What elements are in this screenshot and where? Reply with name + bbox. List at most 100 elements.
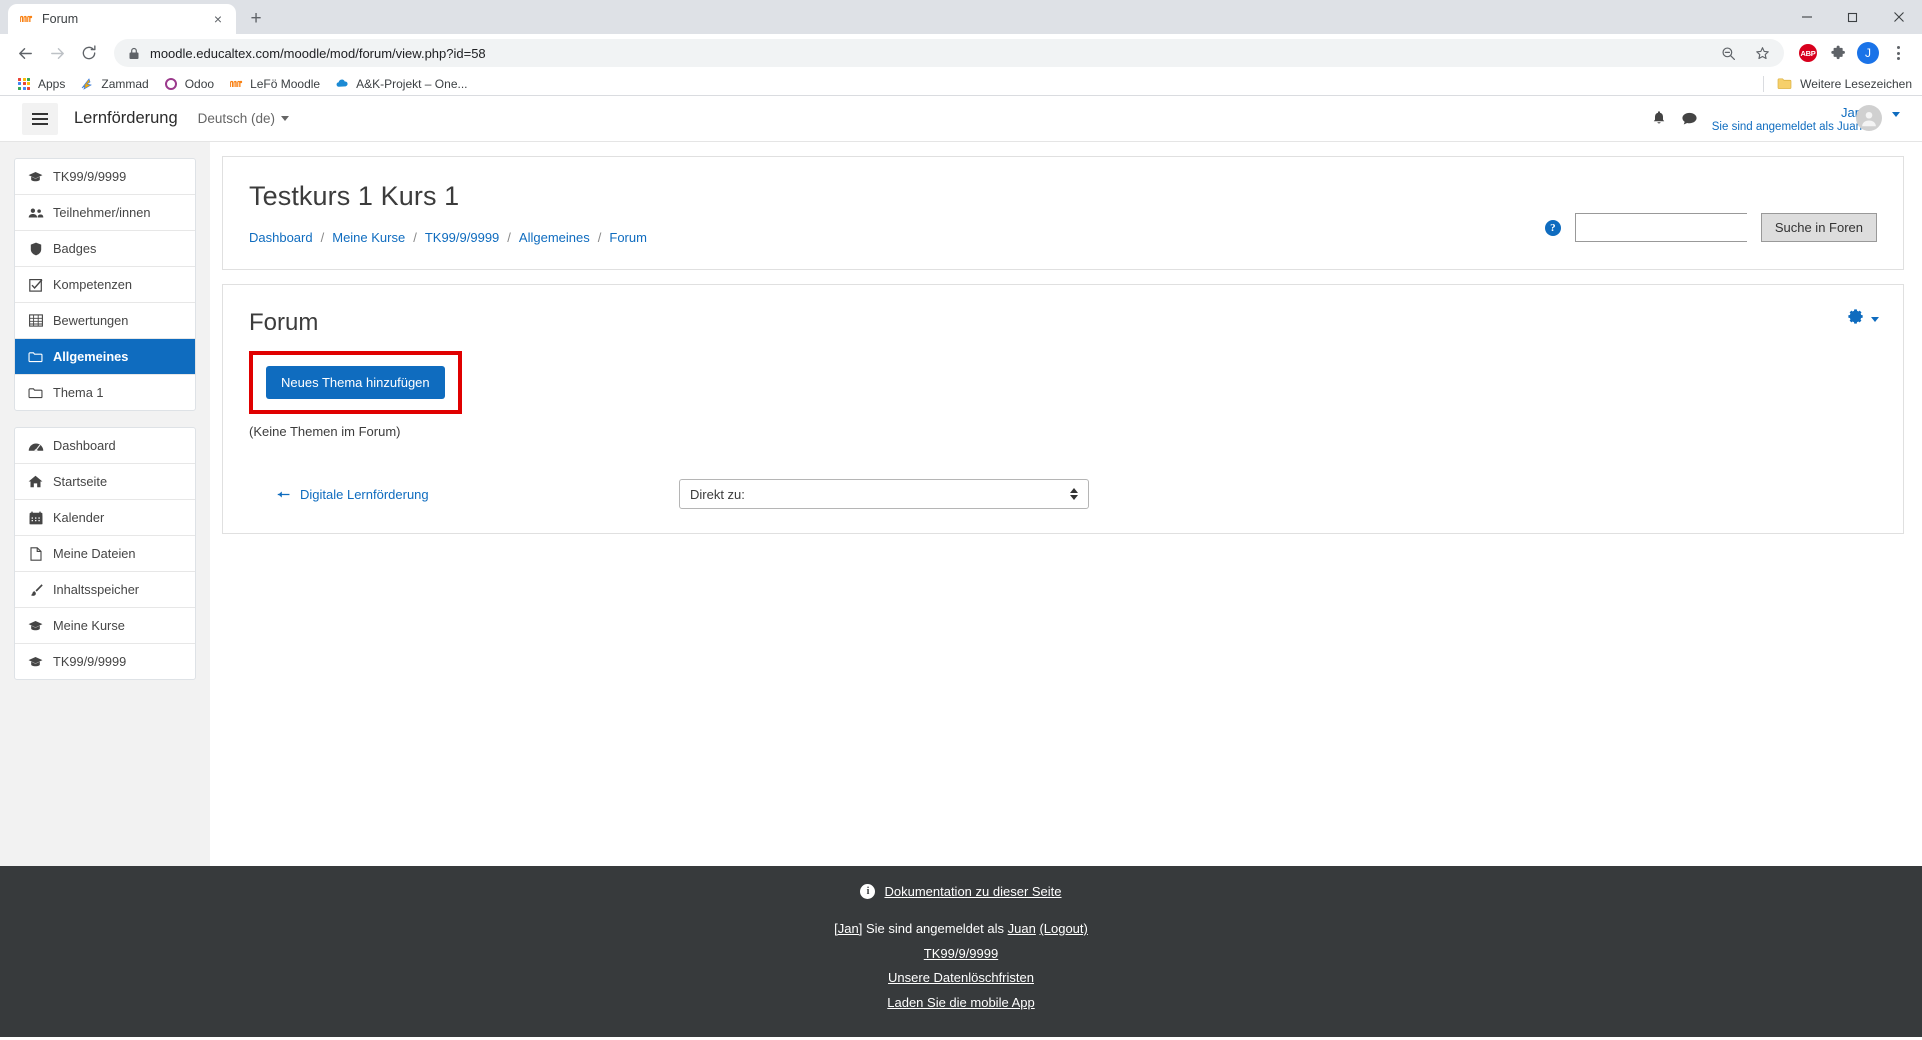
- url-text: moodle.educaltex.com/moodle/mod/forum/vi…: [150, 45, 486, 61]
- footer-logout-link[interactable]: (Logout): [1039, 921, 1087, 936]
- sidebar-item-kompetenzen[interactable]: Kompetenzen: [15, 267, 195, 303]
- new-tab-button[interactable]: +: [242, 4, 270, 32]
- message-bubble-icon[interactable]: [1681, 111, 1698, 127]
- annotation-highlight-box: Neues Thema hinzufügen: [249, 351, 462, 414]
- footer-real-user-link[interactable]: [Jan]: [834, 921, 862, 936]
- header-right: Jan Sie sind angemeldet als Juan: [1651, 104, 1900, 133]
- bookmark-zammad[interactable]: Zammad: [75, 74, 156, 94]
- brush-icon: [27, 583, 44, 597]
- page-footer: i Dokumentation zu dieser Seite [Jan] Si…: [0, 866, 1922, 1037]
- footer-mobile-app-link[interactable]: Laden Sie die mobile App: [887, 995, 1034, 1010]
- previous-activity-link[interactable]: Digitale Lernförderung: [249, 487, 679, 502]
- sidebar-item-startseite[interactable]: Startseite: [15, 464, 195, 500]
- back-arrow-icon[interactable]: [10, 38, 40, 68]
- browser-tab[interactable]: Forum ×: [8, 4, 236, 34]
- hamburger-icon[interactable]: [22, 102, 58, 135]
- sidebar-item-meine-dateien[interactable]: Meine Dateien: [15, 536, 195, 572]
- sidebar-item-label: Kompetenzen: [53, 277, 132, 292]
- checkbox-icon: [27, 278, 44, 292]
- breadcrumb-item-dashboard[interactable]: Dashboard: [249, 230, 313, 245]
- sidebar-item-label: Teilnehmer/innen: [53, 205, 151, 220]
- sidebar-item-thema-1[interactable]: Thema 1: [15, 375, 195, 410]
- help-circle-icon[interactable]: ?: [1544, 219, 1561, 236]
- sidebar-item-dashboard[interactable]: Dashboard: [15, 428, 195, 464]
- minimize-icon[interactable]: [1784, 0, 1830, 34]
- users-icon: [27, 207, 44, 219]
- sidebar-group-course: TK99/9/9999 Teilnehmer/innen Badges Komp…: [14, 158, 196, 411]
- sidebar-item-tk99-global[interactable]: TK99/9/9999: [15, 644, 195, 679]
- sidebar-item-kalender[interactable]: Kalender: [15, 500, 195, 536]
- arrow-left-icon: [277, 487, 292, 502]
- folder-icon: [27, 351, 44, 363]
- breadcrumb-separator: /: [320, 230, 325, 245]
- sidebar-item-meine-kurse[interactable]: Meine Kurse: [15, 608, 195, 644]
- reload-icon[interactable]: [74, 38, 104, 68]
- add-new-topic-button[interactable]: Neues Thema hinzufügen: [266, 366, 445, 399]
- jump-to-label: Direkt zu:: [690, 486, 745, 502]
- bell-icon[interactable]: [1651, 110, 1667, 127]
- user-menu[interactable]: Jan Sie sind angemeldet als Juan: [1711, 104, 1900, 133]
- onedrive-cloud-icon: [334, 76, 350, 92]
- search-forums-button[interactable]: Suche in Foren: [1760, 213, 1877, 242]
- file-icon: [27, 546, 44, 561]
- footer-link-row: Laden Sie die mobile App: [0, 993, 1922, 1013]
- footer-login-line: [Jan] Sie sind angemeldet als Juan (Logo…: [0, 919, 1922, 939]
- breadcrumb-item-forum[interactable]: Forum: [609, 230, 647, 245]
- sidebar-item-tk99[interactable]: TK99/9/9999: [15, 159, 195, 195]
- footer-course-link[interactable]: TK99/9/9999: [924, 946, 998, 961]
- site-name: Lernförderung: [74, 109, 178, 127]
- sidebar-item-teilnehmer[interactable]: Teilnehmer/innen: [15, 195, 195, 231]
- avatar: [1856, 104, 1882, 131]
- forum-card: Forum Neues Thema hinzufügen (Keine Them…: [222, 284, 1904, 534]
- bookmark-label: Odoo: [184, 76, 215, 91]
- adblock-plus-icon[interactable]: ABP: [1794, 39, 1822, 67]
- lock-icon: [128, 47, 140, 60]
- moodle-icon: [18, 11, 34, 27]
- extensions-puzzle-icon[interactable]: [1824, 39, 1852, 67]
- sidebar-item-label: Badges: [53, 241, 97, 256]
- main-content: Testkurs 1 Kurs 1 Dashboard / Meine Kurs…: [210, 142, 1922, 866]
- sidebar-item-bewertungen[interactable]: Bewertungen: [15, 303, 195, 339]
- footer-user-link[interactable]: Juan: [1008, 921, 1036, 936]
- other-bookmarks[interactable]: Weitere Lesezeichen: [1763, 75, 1912, 92]
- chevron-down-icon: [280, 116, 289, 121]
- jump-to-select[interactable]: Direkt zu:: [679, 479, 1089, 509]
- footer-data-retention-link[interactable]: Unsere Datenlöschfristen: [888, 970, 1034, 985]
- address-bar[interactable]: moodle.educaltex.com/moodle/mod/forum/vi…: [114, 39, 1784, 67]
- forum-settings-menu[interactable]: [1846, 307, 1879, 331]
- language-selector[interactable]: Deutsch (de): [198, 111, 289, 126]
- breadcrumb-item-tk99[interactable]: TK99/9/9999: [425, 230, 499, 245]
- bookmark-apps[interactable]: Apps: [12, 74, 73, 94]
- documentation-link[interactable]: Dokumentation zu dieser Seite: [884, 884, 1061, 899]
- sidebar-item-label: Meine Dateien: [53, 546, 136, 561]
- profile-initial: J: [1857, 42, 1879, 64]
- breadcrumb-item-allgemeines[interactable]: Allgemeines: [519, 230, 590, 245]
- table-icon: [27, 314, 44, 327]
- profile-avatar[interactable]: J: [1854, 39, 1882, 67]
- bookmark-lefoe-moodle[interactable]: LeFö Moodle: [224, 74, 328, 94]
- search-input[interactable]: [1574, 213, 1747, 242]
- sidebar-item-allgemeines[interactable]: Allgemeines: [15, 339, 195, 375]
- moodle-icon: [228, 76, 244, 92]
- moodle-page: Lernförderung Deutsch (de) Jan Sie sind …: [0, 96, 1922, 1037]
- sidebar: TK99/9/9999 Teilnehmer/innen Badges Komp…: [0, 142, 210, 866]
- dashboard-icon: [27, 440, 44, 452]
- sidebar-item-label: Bewertungen: [53, 313, 129, 328]
- zoom-out-icon[interactable]: [1716, 41, 1740, 65]
- other-bookmarks-label: Weitere Lesezeichen: [1800, 76, 1912, 91]
- logged-in-as-label: Sie sind angemeldet als Juan: [1711, 120, 1862, 133]
- sidebar-item-inhaltsspeicher[interactable]: Inhaltsspeicher: [15, 572, 195, 608]
- close-icon[interactable]: ×: [210, 11, 226, 27]
- maximize-icon[interactable]: [1830, 0, 1876, 34]
- sidebar-item-label: Allgemeines: [53, 349, 129, 364]
- close-icon[interactable]: [1876, 0, 1922, 34]
- bookmark-ak-projekt[interactable]: A&K-Projekt – One...: [330, 74, 475, 94]
- sidebar-item-badges[interactable]: Badges: [15, 231, 195, 267]
- bookmark-star-icon[interactable]: [1750, 41, 1774, 65]
- bookmark-label: A&K-Projekt – One...: [356, 76, 468, 91]
- sidebar-item-label: Startseite: [53, 474, 108, 489]
- bookmark-odoo[interactable]: Odoo: [159, 74, 222, 94]
- browser-menu-button[interactable]: [1884, 39, 1912, 67]
- graduation-cap-icon: [27, 620, 44, 632]
- breadcrumb-item-meine-kurse[interactable]: Meine Kurse: [332, 230, 405, 245]
